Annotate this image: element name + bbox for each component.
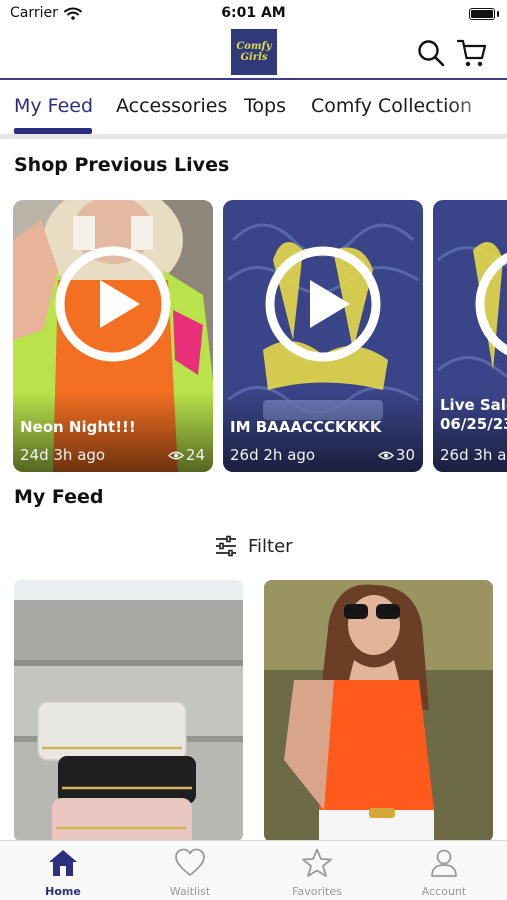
live-title: Live Sale 06/25/23: [440, 396, 507, 434]
bottom-tab-bar: Home Waitlist Favorites Account: [0, 840, 507, 900]
live-title-line1: Live Sale: [440, 396, 507, 414]
filter-label: Filter: [248, 535, 293, 557]
live-title: IM BAAACCCKKKK: [230, 418, 382, 436]
cart-icon[interactable]: [457, 38, 487, 68]
eye-icon: [167, 451, 184, 459]
home-icon: [49, 850, 77, 876]
tabbar-favorites[interactable]: Favorites: [254, 841, 380, 900]
tabbar-label: Waitlist: [169, 885, 211, 898]
live-title-line2: 06/25/23: [440, 415, 507, 433]
product-image: [264, 580, 493, 842]
app-header: Comfy Girls: [0, 28, 507, 78]
play-icon[interactable]: [265, 246, 381, 362]
person-icon: [431, 849, 457, 877]
live-card[interactable]: IM BAAACCCKKKK 26d 2h ago 30: [223, 200, 423, 472]
tabbar-account[interactable]: Account: [381, 841, 507, 900]
live-views: 24: [167, 446, 205, 464]
battery-icon: [469, 8, 495, 20]
tabs-fade: [447, 80, 507, 136]
live-age: 26d 2h ago: [230, 446, 316, 464]
live-title: Neon Night!!!: [20, 418, 136, 436]
sliders-icon: [216, 535, 236, 557]
tabbar-label: Account: [421, 885, 467, 898]
filter-button[interactable]: Filter: [214, 532, 293, 560]
tab-accessories[interactable]: Accessories: [116, 95, 227, 117]
play-icon[interactable]: [55, 246, 171, 362]
live-views: 30: [377, 446, 415, 464]
play-icon[interactable]: [475, 246, 507, 362]
tabbar-waitlist[interactable]: Waitlist: [127, 841, 253, 900]
tabbar-label: Home: [45, 885, 81, 898]
tabbar-home[interactable]: Home: [0, 841, 126, 900]
live-view-count: 24: [185, 446, 205, 464]
heart-icon: [175, 848, 205, 876]
status-time: 6:01 AM: [221, 5, 286, 21]
live-view-count: 30: [395, 446, 415, 464]
tab-my-feed[interactable]: My Feed: [14, 95, 93, 117]
logo-text-line1: Comfy: [236, 41, 272, 52]
logo-text-line2: Girls: [240, 52, 268, 63]
status-bar: Carrier 6:01 AM: [0, 0, 507, 28]
category-tabs: My Feed Accessories Tops Comfy Collectio…: [0, 80, 507, 136]
tab-tops[interactable]: Tops: [244, 95, 286, 117]
star-icon: [302, 848, 332, 877]
feed-product-card[interactable]: [264, 580, 493, 842]
battery-tip: [497, 11, 499, 17]
previous-lives-carousel: Neon Night!!! 24d 3h ago 24 IM BAAACCCKK…: [0, 200, 507, 472]
feed-product-card[interactable]: [14, 580, 243, 842]
section-title-my-feed: My Feed: [14, 486, 104, 508]
live-age: 24d 3h ago: [20, 446, 106, 464]
live-card[interactable]: Neon Night!!! 24d 3h ago 24: [13, 200, 213, 472]
tabbar-label: Favorites: [292, 885, 342, 898]
brand-logo[interactable]: Comfy Girls: [231, 29, 277, 75]
live-age: 26d 3h ago: [440, 446, 507, 464]
search-icon[interactable]: [416, 38, 446, 68]
section-title-previous-lives: Shop Previous Lives: [14, 154, 230, 176]
live-card[interactable]: Live Sale 06/25/23 26d 3h ago: [433, 200, 507, 472]
product-image: [14, 580, 243, 842]
eye-icon: [377, 451, 394, 459]
tabs-divider: [0, 134, 507, 139]
